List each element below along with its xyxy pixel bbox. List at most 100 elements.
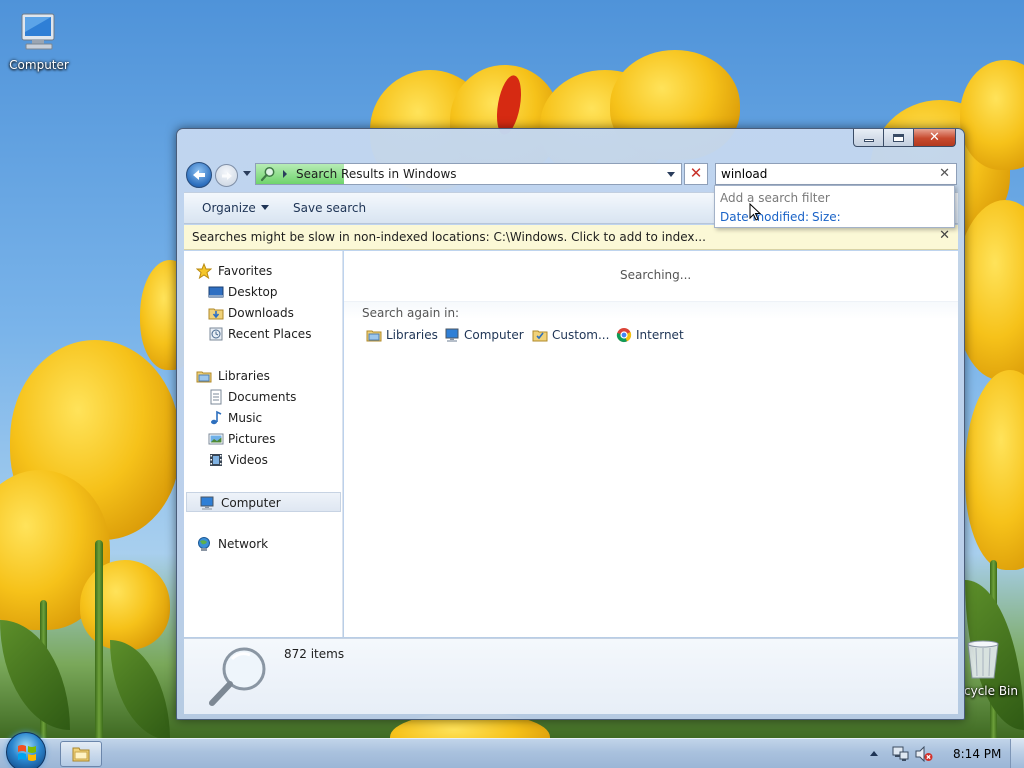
custom-folder-icon xyxy=(532,330,548,342)
nav-item-music[interactable]: Music xyxy=(184,408,342,428)
save-search-label: Save search xyxy=(293,201,367,215)
nav-item-pictures[interactable]: Pictures xyxy=(184,429,342,449)
minimize-icon xyxy=(863,139,874,142)
search-input-value: winload xyxy=(721,167,768,181)
browser-icon xyxy=(616,328,632,343)
show-desktop-button[interactable] xyxy=(1010,739,1024,768)
info-bar-message[interactable]: Searches might be slow in non-indexed lo… xyxy=(192,230,706,244)
nav-label: Recent Places xyxy=(228,327,312,341)
desktop-icon xyxy=(208,286,224,298)
nav-label: Network xyxy=(218,537,269,551)
libraries-icon xyxy=(366,330,382,342)
star-icon xyxy=(196,263,212,279)
search-again-item-label: Internet xyxy=(636,328,684,342)
windows-logo-icon xyxy=(18,745,36,761)
taskbar-explorer-button[interactable] xyxy=(60,741,102,767)
videos-film-icon xyxy=(210,454,222,466)
wallpaper-leaf xyxy=(0,620,70,730)
search-again-item-label: Custom... xyxy=(552,328,610,342)
computer-icon xyxy=(445,328,459,342)
navigation-pane: Favorites Desktop Downloads Recent Place… xyxy=(184,251,343,637)
item-count: 872 items xyxy=(284,647,345,661)
search-status: Searching... xyxy=(620,268,692,282)
back-button[interactable] xyxy=(186,162,212,188)
organize-label: Organize xyxy=(202,201,256,215)
address-bar[interactable]: Search Results in Windows xyxy=(255,163,682,185)
desktop-icon-computer[interactable]: Computer xyxy=(2,10,76,72)
folder-icon xyxy=(72,747,90,762)
volume-muted-icon[interactable] xyxy=(915,746,933,762)
info-bar[interactable]: Searches might be slow in non-indexed lo… xyxy=(184,225,958,250)
documents-icon xyxy=(210,389,222,405)
recent-pages-chevron-icon[interactable] xyxy=(243,171,251,176)
wallpaper-stem xyxy=(95,540,103,738)
nav-item-recent-places[interactable]: Recent Places xyxy=(184,324,342,344)
nav-item-videos[interactable]: Videos xyxy=(184,450,342,470)
search-filter-hint: Add a search filter xyxy=(720,191,830,205)
nav-label: Documents xyxy=(228,390,297,404)
nav-label: Downloads xyxy=(228,306,294,320)
stop-icon: ✕ xyxy=(689,164,703,182)
network-status-icon[interactable] xyxy=(891,746,909,762)
minimize-button[interactable] xyxy=(853,129,884,147)
forward-arrow-icon xyxy=(221,171,232,180)
nav-label: Libraries xyxy=(218,369,270,383)
info-bar-close-icon[interactable]: ✕ xyxy=(939,228,950,243)
show-hidden-icons-chevron-icon[interactable] xyxy=(870,751,878,756)
close-button[interactable]: ✕ xyxy=(914,129,956,147)
forward-button[interactable] xyxy=(215,164,238,187)
nav-label: Music xyxy=(228,411,263,425)
caption-buttons: ✕ xyxy=(853,129,956,147)
results-pane[interactable]: Searching... Search again in: Libraries … xyxy=(344,251,958,637)
nav-item-desktop[interactable]: Desktop xyxy=(184,282,342,302)
downloads-folder-icon xyxy=(208,308,224,320)
search-icon xyxy=(260,167,275,182)
computer-icon xyxy=(16,10,62,56)
search-input[interactable]: winload ✕ xyxy=(715,163,957,185)
desktop-icon-label: cycle Bin xyxy=(964,684,1018,698)
nav-item-documents[interactable]: Documents xyxy=(184,387,342,407)
filter-size[interactable]: Size: xyxy=(812,210,841,224)
search-again-section: Search again in: Libraries Computer Cust… xyxy=(344,301,958,345)
recent-places-icon xyxy=(209,327,223,341)
organize-button[interactable]: Organize xyxy=(202,201,269,215)
nav-label: Favorites xyxy=(218,264,273,278)
nav-item-downloads[interactable]: Downloads xyxy=(184,303,342,323)
taskbar-clock[interactable]: 8:14 PM xyxy=(953,747,1001,761)
nav-item-favorites[interactable]: Favorites xyxy=(184,261,342,281)
stop-search-button[interactable]: ✕ xyxy=(684,163,708,185)
network-globe-icon xyxy=(198,537,210,551)
nav-label: Videos xyxy=(228,453,268,467)
wallpaper-tulip xyxy=(960,60,1024,170)
nav-label: Desktop xyxy=(228,285,278,299)
nav-item-computer[interactable]: Computer xyxy=(186,492,341,512)
clear-search-icon[interactable]: ✕ xyxy=(939,166,950,181)
nav-item-libraries[interactable]: Libraries xyxy=(184,366,342,386)
maximize-button[interactable] xyxy=(884,129,914,147)
close-icon: ✕ xyxy=(929,130,940,145)
wallpaper-leaf xyxy=(110,640,170,738)
search-again-item-label: Computer xyxy=(464,328,524,342)
desktop-icon-label: Computer xyxy=(9,58,69,72)
breadcrumb[interactable]: Search Results in Windows xyxy=(296,167,457,181)
nav-label: Pictures xyxy=(228,432,276,446)
save-search-button[interactable]: Save search xyxy=(293,201,366,215)
taskbar: 8:14 PM xyxy=(0,732,1024,768)
music-note-icon xyxy=(211,410,222,425)
mouse-cursor-icon xyxy=(749,203,761,221)
magnifier-icon xyxy=(209,647,266,706)
back-arrow-icon xyxy=(193,170,205,180)
start-button[interactable] xyxy=(6,732,46,768)
search-again-label: Search again in: xyxy=(362,306,460,320)
libraries-icon xyxy=(196,371,212,383)
computer-icon xyxy=(200,496,214,510)
search-again-item-label: Libraries xyxy=(386,328,438,342)
wallpaper-tulip xyxy=(80,560,170,650)
details-pane: 872 items xyxy=(184,638,958,714)
restore-icon xyxy=(893,133,904,142)
breadcrumb-arrow-icon[interactable] xyxy=(283,170,287,178)
nav-item-network[interactable]: Network xyxy=(184,534,342,554)
address-dropdown-icon[interactable] xyxy=(667,172,675,177)
wallpaper-tulip xyxy=(965,370,1024,570)
filter-date-modified[interactable]: Date modified: xyxy=(720,210,809,224)
